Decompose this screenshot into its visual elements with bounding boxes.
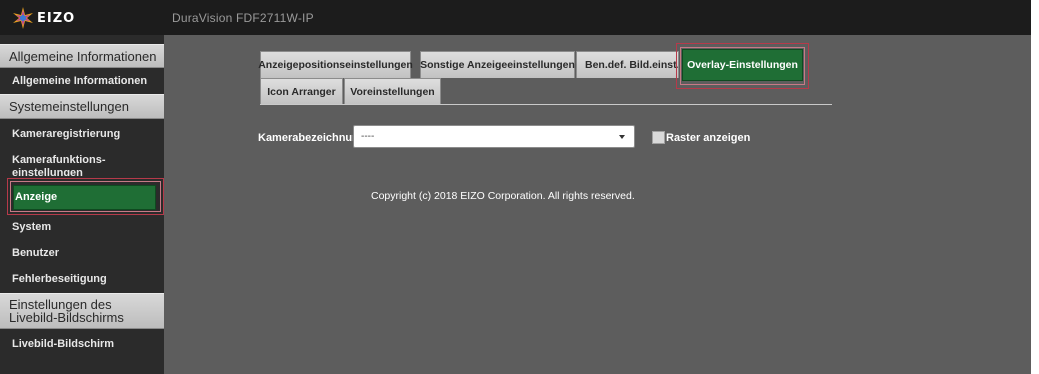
sidebar-section-live-view[interactable]: Einstellungen des Livebild-Bildschirms — [0, 293, 164, 329]
raster-checkbox[interactable] — [652, 131, 665, 144]
raster-label[interactable]: Raster anzeigen — [666, 132, 750, 144]
copyright-text: Copyright (c) 2018 EIZO Corporation. All… — [371, 190, 635, 202]
device-model-name: DuraVision FDF2711W-IP — [172, 11, 314, 25]
sidebar-item-general-info[interactable]: Allgemeine Informationen — [0, 75, 164, 88]
camera-name-select[interactable]: ---- — [353, 125, 635, 148]
sidebar-item-troubleshooting[interactable]: Fehlerbeseitigung — [0, 273, 164, 286]
tab-custom-image[interactable]: Ben.def. Bild.einst. — [576, 51, 679, 78]
camera-name-label: Kamerabezeichnung — [258, 132, 366, 144]
brand-logo: EIZO — [12, 7, 75, 29]
tab-presets[interactable]: Voreinstellungen — [344, 78, 441, 104]
highlight-frame-tab — [676, 43, 809, 89]
sidebar-section-general[interactable]: Allgemeine Informationen — [0, 44, 164, 68]
top-bar: EIZO DuraVision FDF2711W-IP — [0, 0, 1031, 35]
brand-wordmark: EIZO — [37, 10, 76, 26]
tab-icon-arranger[interactable]: Icon Arranger — [260, 78, 343, 104]
eizo-star-logo-icon — [13, 7, 33, 29]
sidebar-item-camera-functions[interactable]: Kamerafunktions-einstellungen — [0, 154, 120, 176]
caret-down-icon — [619, 135, 625, 139]
camera-name-value: ---- — [361, 131, 375, 142]
sidebar-item-live-view[interactable]: Livebild-Bildschirm — [0, 338, 164, 351]
sidebar-item-users[interactable]: Benutzer — [0, 247, 164, 260]
sidebar-item-camera-registration[interactable]: Kameraregistrierung — [0, 128, 164, 141]
tab-other-display[interactable]: Sonstige Anzeigeeinstellungen — [420, 51, 575, 78]
tab-display-position[interactable]: Anzeigepositionseinstellungen — [258, 51, 413, 78]
tab-divider — [260, 104, 832, 105]
sidebar-item-system[interactable]: System — [0, 221, 164, 234]
highlight-frame-sidebar — [7, 178, 164, 215]
main-content: Anzeigepositionseinstellungen Sonstige A… — [164, 35, 1031, 374]
sidebar-section-system[interactable]: Systemeinstellungen — [0, 94, 164, 119]
